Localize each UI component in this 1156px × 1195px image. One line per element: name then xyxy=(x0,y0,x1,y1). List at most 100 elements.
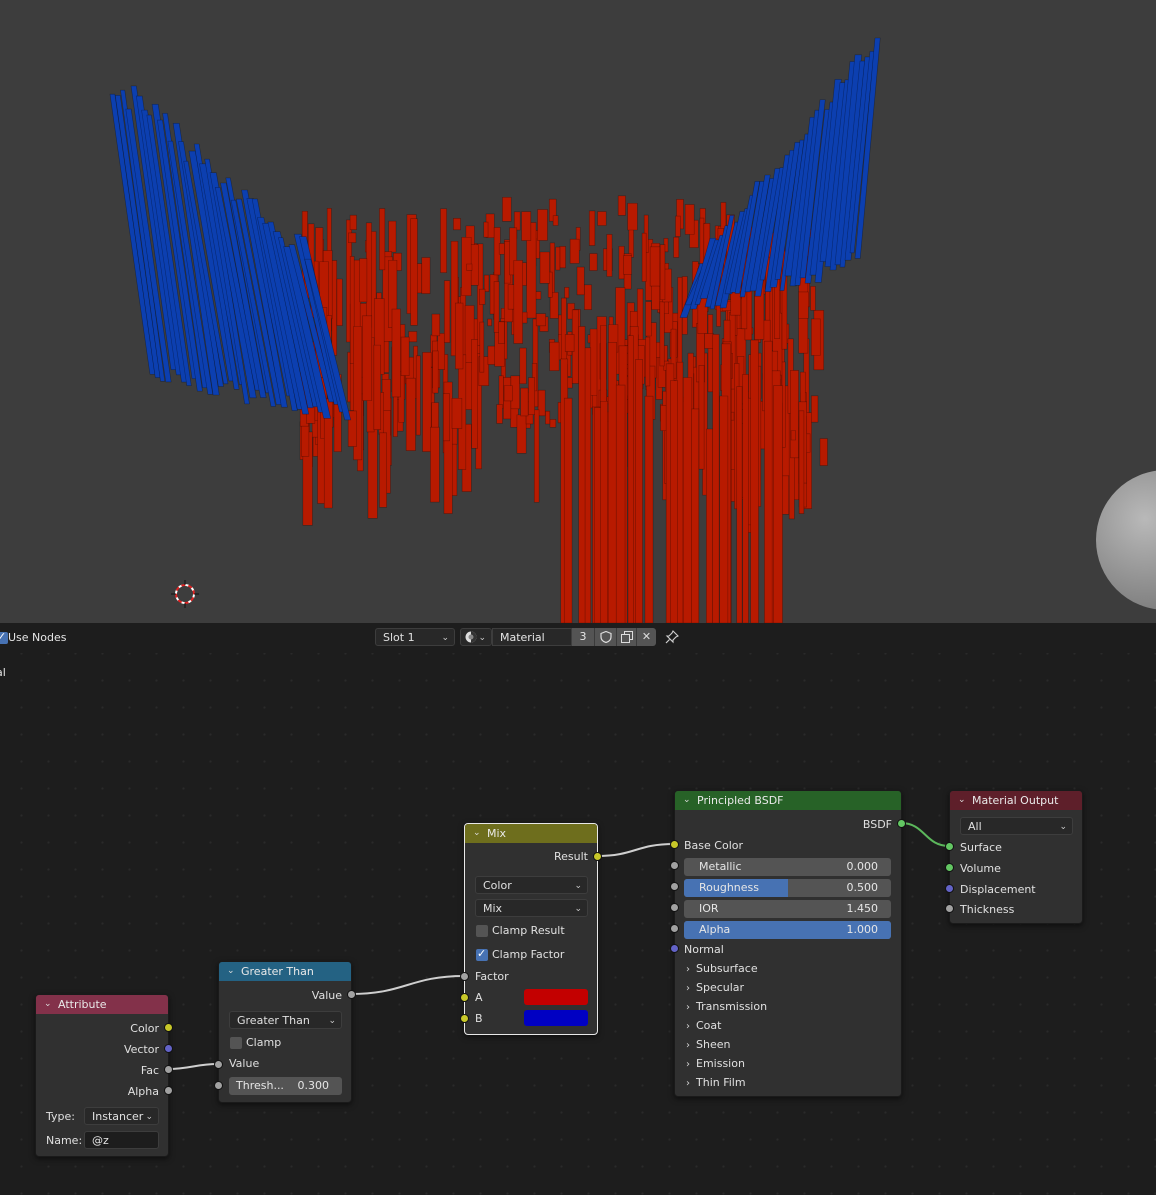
output-label-color: Color xyxy=(130,1022,159,1035)
target-dropdown[interactable]: All ⌄ xyxy=(960,817,1073,835)
duplicate-material-button[interactable] xyxy=(616,628,636,646)
socket-factor-in[interactable] xyxy=(460,972,469,981)
material-sphere-icon xyxy=(465,631,477,643)
chevron-down-icon[interactable]: ⌄ xyxy=(683,791,691,810)
mix-node-header[interactable]: ⌄ Mix xyxy=(465,824,597,843)
panel-emission[interactable]: › Emission xyxy=(686,1057,745,1070)
data-type-dropdown[interactable]: Color ⌄ xyxy=(475,876,588,894)
operation-dropdown[interactable]: Greater Than ⌄ xyxy=(229,1011,342,1029)
chevron-down-icon: ⌄ xyxy=(328,1016,336,1026)
chevron-down-icon[interactable]: ⌄ xyxy=(44,995,52,1014)
a-label: A xyxy=(475,991,483,1004)
socket-alpha-out[interactable] xyxy=(164,1086,173,1095)
socket-threshold-in[interactable] xyxy=(214,1081,223,1090)
greater-than-node[interactable]: ⌄ Greater Than Value Greater Than ⌄ Clam… xyxy=(218,961,352,1103)
node-title: Greater Than xyxy=(241,965,314,978)
greater-than-node-header[interactable]: ⌄ Greater Than xyxy=(219,962,351,981)
chevron-down-icon: ⌄ xyxy=(145,1112,153,1122)
blend-mode-value: Mix xyxy=(483,902,503,915)
data-type-value: Color xyxy=(483,879,512,892)
chevron-down-icon: ⌄ xyxy=(574,904,582,914)
clamp-label: Clamp xyxy=(246,1036,282,1049)
socket-normal-in[interactable] xyxy=(670,944,679,953)
shield-icon xyxy=(600,631,612,643)
slot-dropdown[interactable]: Slot 1 ⌄ xyxy=(375,628,455,646)
socket-value-in[interactable] xyxy=(214,1060,223,1069)
material-output-node[interactable]: ⌄ Material Output All ⌄ Surface Volume D… xyxy=(949,790,1083,924)
node-editor-header: Use Nodes Slot 1 ⌄ ⌄ Material 3 ✕ xyxy=(0,623,1156,653)
viewport-overlays xyxy=(171,470,1156,610)
socket-base-color-in[interactable] xyxy=(670,840,679,849)
attribute-node-header[interactable]: ⌄ Attribute xyxy=(36,995,168,1014)
a-color-swatch[interactable] xyxy=(524,989,588,1005)
socket-metallic-in[interactable] xyxy=(670,861,679,870)
material-browse-button[interactable]: ⌄ xyxy=(460,628,492,646)
metallic-field[interactable]: Metallic 0.000 xyxy=(684,858,891,876)
roughness-field[interactable]: Roughness 0.500 xyxy=(684,879,891,897)
socket-value-out[interactable] xyxy=(347,990,356,999)
socket-ior-in[interactable] xyxy=(670,903,679,912)
socket-vector-out[interactable] xyxy=(164,1044,173,1053)
type-dropdown[interactable]: Instancer ⌄ xyxy=(84,1107,159,1125)
type-value: Instancer xyxy=(92,1110,144,1123)
type-label: Type: xyxy=(46,1110,75,1123)
3d-viewport[interactable] xyxy=(0,0,1156,623)
b-color-swatch[interactable] xyxy=(524,1010,588,1026)
chevron-down-icon[interactable]: ⌄ xyxy=(473,824,481,843)
output-label-alpha: Alpha xyxy=(127,1085,159,1098)
socket-color-out[interactable] xyxy=(164,1023,173,1032)
clamp-result-checkbox[interactable] xyxy=(476,925,488,937)
blend-mode-dropdown[interactable]: Mix ⌄ xyxy=(475,899,588,917)
chevron-down-icon[interactable]: ⌄ xyxy=(227,962,235,981)
alpha-field[interactable]: Alpha 1.000 xyxy=(684,921,891,939)
attribute-name-field[interactable]: @z xyxy=(84,1131,159,1149)
principled-bsdf-node-header[interactable]: ⌄ Principled BSDF xyxy=(675,791,901,810)
socket-bsdf-out[interactable] xyxy=(897,819,906,828)
attribute-node[interactable]: ⌄ Attribute Color Vector Fac Alpha Type:… xyxy=(35,994,169,1157)
socket-alpha-in[interactable] xyxy=(670,924,679,933)
user-count: 3 xyxy=(579,630,587,643)
clamp-checkbox[interactable] xyxy=(230,1037,242,1049)
panel-specular[interactable]: › Specular xyxy=(686,981,744,994)
unlink-material-button[interactable]: ✕ xyxy=(636,628,656,646)
socket-thickness-in[interactable] xyxy=(945,904,954,913)
target-value: All xyxy=(968,820,982,833)
panel-thin-film[interactable]: › Thin Film xyxy=(686,1076,746,1089)
socket-result-out[interactable] xyxy=(593,852,602,861)
pin-icon[interactable] xyxy=(665,630,679,644)
sphere-object[interactable] xyxy=(1096,470,1156,610)
use-nodes-checkbox[interactable] xyxy=(0,630,8,644)
ior-field[interactable]: IOR 1.450 xyxy=(684,900,891,918)
base-color-label: Base Color xyxy=(684,839,744,852)
socket-surface-in[interactable] xyxy=(945,842,954,851)
socket-b-in[interactable] xyxy=(460,1014,469,1023)
panel-coat[interactable]: › Coat xyxy=(686,1019,721,1032)
socket-fac-out[interactable] xyxy=(164,1065,173,1074)
socket-a-in[interactable] xyxy=(460,993,469,1002)
metallic-value: 0.000 xyxy=(846,860,879,873)
editor-side-label: al xyxy=(0,666,6,679)
socket-displacement-in[interactable] xyxy=(945,884,954,893)
clamp-factor-checkbox[interactable] xyxy=(476,947,488,961)
chevron-right-icon: › xyxy=(686,1002,690,1013)
material-output-node-header[interactable]: ⌄ Material Output xyxy=(950,791,1082,810)
node-title: Attribute xyxy=(58,998,107,1011)
node-title: Material Output xyxy=(972,794,1059,807)
mix-node[interactable]: ⌄ Mix Result Color ⌄ Mix ⌄ Clamp Result … xyxy=(464,823,598,1035)
panel-subsurface[interactable]: › Subsurface xyxy=(686,962,758,975)
socket-volume-in[interactable] xyxy=(945,863,954,872)
threshold-field[interactable]: Thresh... 0.300 xyxy=(229,1077,342,1095)
link-bsdf-to-surface xyxy=(900,822,950,847)
panel-label: Sheen xyxy=(696,1038,731,1051)
3d-cursor-icon[interactable] xyxy=(171,580,199,608)
principled-bsdf-node[interactable]: ⌄ Principled BSDF BSDF Base Color Metall… xyxy=(674,790,902,1097)
user-count-button[interactable]: 3 xyxy=(572,628,594,646)
fake-user-button[interactable] xyxy=(594,628,616,646)
panel-sheen[interactable]: › Sheen xyxy=(686,1038,730,1051)
panel-transmission[interactable]: › Transmission xyxy=(686,1000,767,1013)
chevron-down-icon[interactable]: ⌄ xyxy=(958,791,966,810)
socket-roughness-in[interactable] xyxy=(670,882,679,891)
shader-node-editor[interactable]: al ⌄ Attribute Color Vector Fac Alpha Ty… xyxy=(0,653,1156,1195)
input-label-surface: Surface xyxy=(960,841,1002,854)
material-name-field[interactable]: Material xyxy=(492,628,572,646)
